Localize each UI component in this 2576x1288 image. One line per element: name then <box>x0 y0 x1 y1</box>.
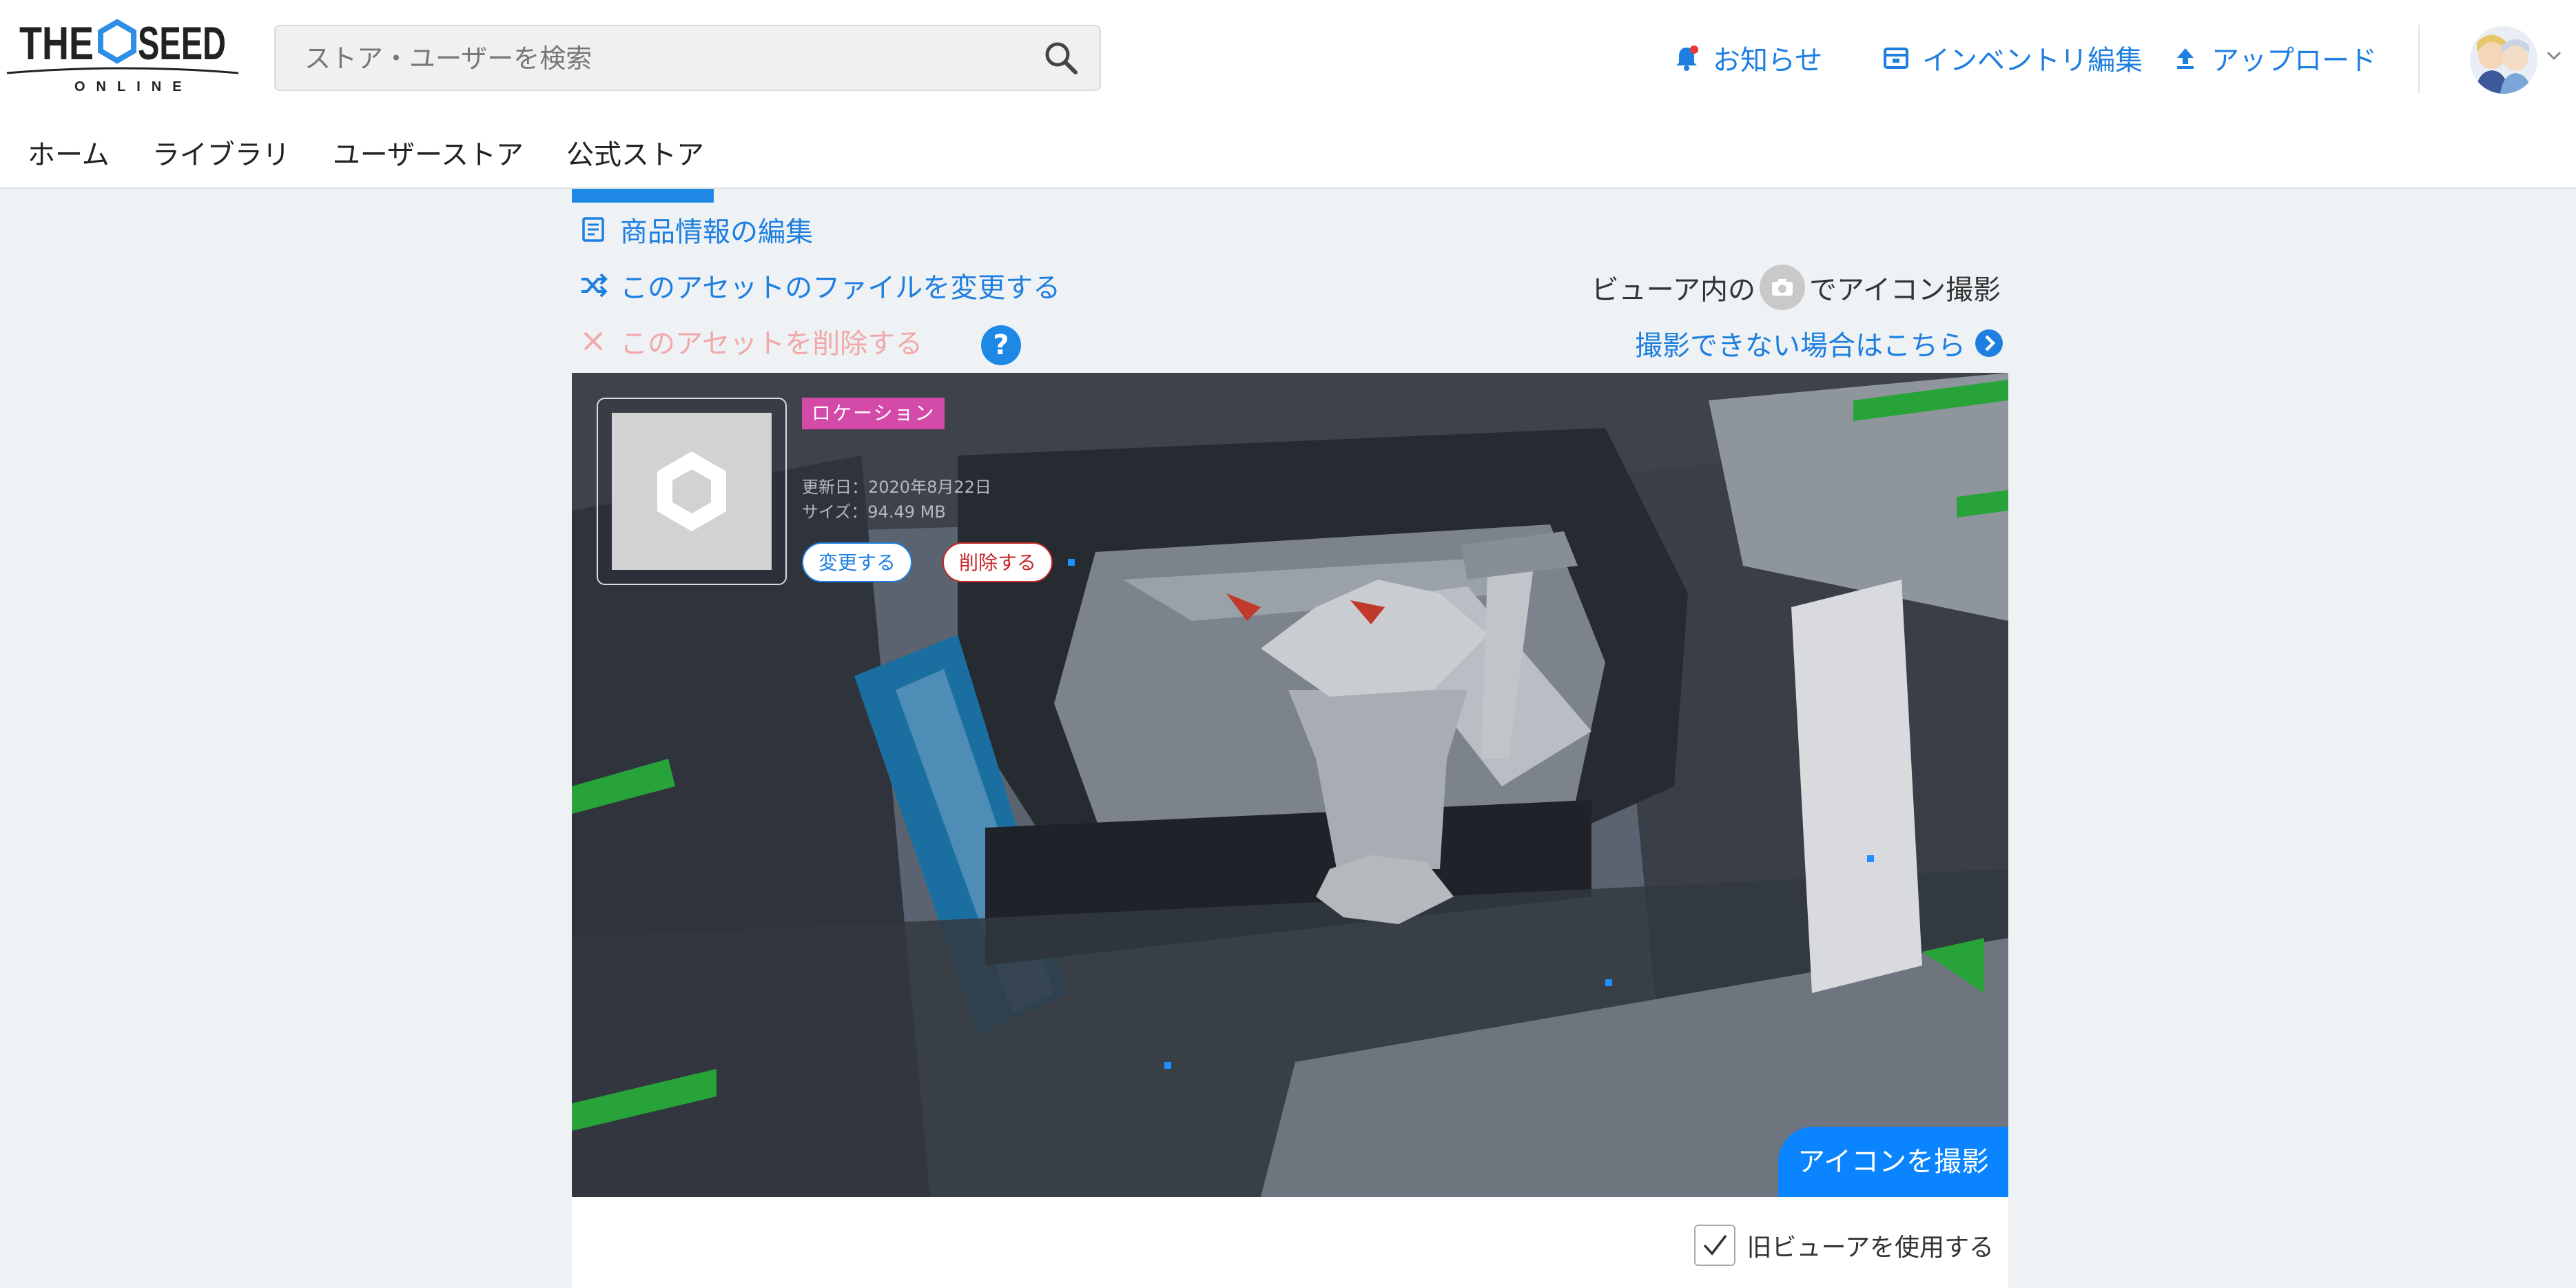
document-icon <box>579 215 608 244</box>
capture-help-label: 撮影できない場合はこちら <box>1635 330 1966 362</box>
capture-hint-before: ビューア内の <box>1591 274 1755 306</box>
main-nav: ホーム ライブラリ ユーザーストア 公式ストア <box>28 131 747 179</box>
nav-item-library[interactable]: ライブラリ <box>152 131 290 179</box>
svg-text:SEED: SEED <box>138 17 226 70</box>
delete-asset-link[interactable]: このアセットを削除する <box>579 320 923 362</box>
search-input[interactable] <box>303 26 1016 91</box>
old-viewer-option[interactable]: 旧ビューアを使用する <box>1694 1223 1994 1268</box>
upload-link[interactable]: アップロード <box>2172 36 2377 80</box>
upload-icon <box>2172 44 2199 72</box>
inventory-edit-label: インベントリ編集 <box>1922 45 2143 76</box>
close-icon <box>579 327 608 356</box>
edit-product-info-label: 商品情報の編集 <box>620 216 813 248</box>
help-button[interactable]: ? <box>981 325 1021 365</box>
notifications-label: お知らせ <box>1713 45 1823 76</box>
change-button[interactable]: 変更する <box>802 542 913 582</box>
checkmark-icon <box>1704 1234 1727 1256</box>
edit-product-info-link[interactable]: 商品情報の編集 <box>579 209 813 250</box>
capture-hint: ビューア内の でアイコン撮影 <box>1591 263 2001 311</box>
upload-label: アップロード <box>2212 45 2377 76</box>
shuffle-icon <box>579 271 608 300</box>
inventory-edit-link[interactable]: インベントリ編集 <box>1882 36 2143 80</box>
old-viewer-checkbox[interactable] <box>1694 1225 1736 1266</box>
camera-icon <box>1760 265 1805 310</box>
chevron-right-circle-icon <box>1974 328 2004 358</box>
updated-date: 更新日：2020年8月22日 <box>802 478 991 497</box>
hexagon-placeholder-icon <box>657 451 726 531</box>
notifications-link[interactable]: お知らせ <box>1673 36 1822 80</box>
search-icon[interactable] <box>1043 40 1079 76</box>
old-viewer-label: 旧ビューアを使用する <box>1746 1234 1994 1262</box>
search-box <box>274 25 1101 91</box>
file-size: サイズ：94.49 MB <box>802 502 946 522</box>
logo[interactable]: THE SEED ONLINE <box>6 15 238 95</box>
active-tab-indicator <box>572 189 714 203</box>
header-divider <box>2418 25 2420 94</box>
capture-hint-after: でアイコン撮影 <box>1809 274 2001 306</box>
nav-item-home[interactable]: ホーム <box>28 131 110 179</box>
capture-icon-button[interactable]: アイコンを撮影 <box>1778 1127 2008 1197</box>
change-file-label: このアセットのファイルを変更する <box>620 272 1061 304</box>
header: THE SEED ONLINE お知らせ <box>0 0 2576 189</box>
capture-help-link[interactable]: 撮影できない場合はこちら <box>1635 321 2004 365</box>
nav-item-user-store[interactable]: ユーザーストア <box>333 131 524 179</box>
avatar[interactable] <box>2470 26 2537 94</box>
3d-scene-render <box>572 373 2008 1197</box>
change-file-link[interactable]: このアセットのファイルを変更する <box>579 265 1060 306</box>
inventory-icon <box>1882 44 1910 72</box>
chevron-down-icon[interactable] <box>2544 45 2564 65</box>
logo-subtext: ONLINE <box>74 79 193 94</box>
asset-thumbnail-frame <box>597 398 787 585</box>
logo-mark: THE SEED ONLINE <box>6 17 238 94</box>
delete-asset-label: このアセットを削除する <box>620 328 923 360</box>
nav-item-official-store[interactable]: 公式ストア <box>566 131 704 179</box>
svg-text:THE: THE <box>19 17 94 70</box>
asset-3d-viewer[interactable]: ロケーション 更新日：2020年8月22日 サイズ：94.49 MB 変更する … <box>572 373 2008 1197</box>
asset-thumbnail <box>612 413 772 570</box>
bell-icon <box>1673 44 1700 72</box>
delete-button[interactable]: 削除する <box>942 542 1053 582</box>
category-badge: ロケーション <box>802 398 945 429</box>
